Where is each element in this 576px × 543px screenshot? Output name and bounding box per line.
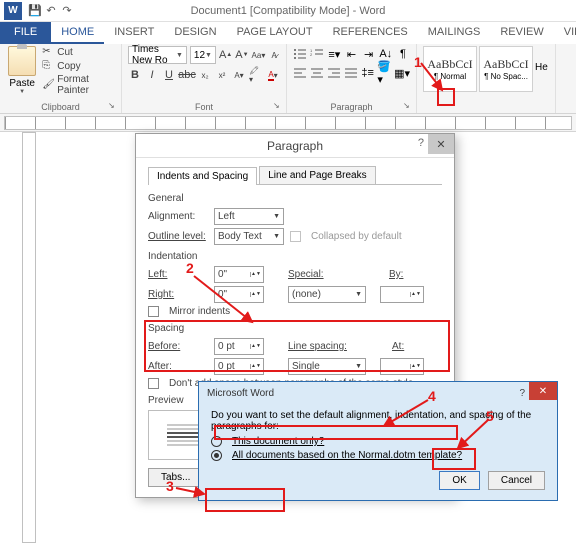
- tab-design[interactable]: DESIGN: [164, 22, 226, 44]
- align-center-icon[interactable]: [310, 65, 324, 81]
- after-input[interactable]: 0 pt▲▼: [214, 358, 264, 375]
- font-launcher-icon[interactable]: ↘: [273, 101, 283, 111]
- indent-right-input[interactable]: 0"▲▼: [214, 286, 264, 303]
- undo-icon[interactable]: ↶: [44, 4, 58, 18]
- clear-format-icon[interactable]: A̷: [268, 47, 280, 63]
- underline-button[interactable]: U: [162, 67, 176, 83]
- font-color-icon[interactable]: A▾: [266, 67, 280, 83]
- close-icon[interactable]: ✕: [529, 382, 557, 400]
- vertical-ruler: [22, 132, 36, 543]
- tab-home[interactable]: HOME: [51, 22, 104, 44]
- shading-icon[interactable]: 🪣▾: [377, 65, 391, 81]
- group-font: Times New Ro▼ 12▼ A▲ A▼ Aa▾ A̷ B I U abc…: [122, 44, 287, 113]
- quick-access-toolbar: 💾 ↶ ↷: [28, 4, 74, 18]
- radio-all-documents[interactable]: All documents based on the Normal.dotm t…: [211, 450, 545, 461]
- line-spacing-combo[interactable]: Single▼: [288, 358, 366, 375]
- collapsed-checkbox: [290, 231, 301, 242]
- paste-button[interactable]: Paste ▼: [6, 46, 38, 96]
- word-icon: W: [4, 2, 22, 20]
- format-painter-button[interactable]: 🖌Format Painter: [42, 74, 115, 96]
- ribbon: Paste ▼ ✂Cut ⎘Copy 🖌Format Painter Clipb…: [0, 44, 576, 114]
- paragraph-launcher-icon[interactable]: ↘: [403, 101, 413, 111]
- tab-page-layout[interactable]: PAGE LAYOUT: [227, 22, 323, 44]
- cut-button[interactable]: ✂Cut: [42, 46, 115, 58]
- tab-insert[interactable]: INSERT: [104, 22, 164, 44]
- confirm-title: Microsoft Word ? ✕: [199, 382, 557, 404]
- window-title: Document1 [Compatibility Mode] - Word: [191, 5, 386, 17]
- alignment-combo[interactable]: Left▼: [214, 208, 284, 225]
- help-icon[interactable]: ?: [519, 388, 525, 399]
- justify-icon[interactable]: [344, 65, 358, 81]
- group-paragraph: 12 ≡▾ ⇤ ⇥ A↓ ¶ ‡≡ 🪣▾ ▦▾ Paragraph ↘: [287, 44, 417, 113]
- dont-add-space-checkbox[interactable]: [148, 378, 159, 389]
- borders-icon[interactable]: ▦▾: [394, 65, 410, 81]
- show-marks-icon[interactable]: ¶: [396, 46, 410, 62]
- align-left-icon[interactable]: [293, 65, 307, 81]
- special-combo[interactable]: (none)▼: [288, 286, 366, 303]
- help-icon[interactable]: ?: [418, 137, 424, 149]
- indent-left-input[interactable]: 0"▲▼: [214, 266, 264, 283]
- radio-this-document[interactable]: This document only?: [211, 436, 545, 447]
- italic-button[interactable]: I: [145, 67, 159, 83]
- decrease-indent-icon[interactable]: ⇤: [344, 46, 358, 62]
- style-no-spacing[interactable]: AaBbCcI¶ No Spac...: [479, 46, 533, 92]
- tab-mailings[interactable]: MAILINGS: [418, 22, 491, 44]
- tabs-button[interactable]: Tabs...: [148, 468, 203, 487]
- style-normal[interactable]: AaBbCcI¶ Normal: [423, 46, 477, 92]
- tab-file[interactable]: FILE: [0, 22, 51, 44]
- line-spacing-icon[interactable]: ‡≡: [361, 65, 374, 81]
- highlight-icon[interactable]: 🖍▾: [249, 67, 263, 83]
- tab-indents-spacing[interactable]: Indents and Spacing: [148, 167, 257, 185]
- paste-icon: [8, 46, 36, 76]
- align-right-icon[interactable]: [327, 65, 341, 81]
- confirm-dialog: Microsoft Word ? ✕ Do you want to set th…: [198, 381, 558, 501]
- tab-line-page-breaks[interactable]: Line and Page Breaks: [259, 166, 375, 184]
- confirm-ok-button[interactable]: OK: [439, 471, 479, 490]
- tab-references[interactable]: REFERENCES: [323, 22, 418, 44]
- copy-button[interactable]: ⎘Copy: [42, 60, 115, 72]
- outline-combo[interactable]: Body Text▼: [214, 228, 284, 245]
- subscript-button[interactable]: x₂: [198, 67, 212, 83]
- redo-icon[interactable]: ↷: [60, 4, 74, 18]
- font-size-combo[interactable]: 12▼: [190, 46, 216, 64]
- text-effects-icon[interactable]: A▾: [232, 67, 246, 83]
- horizontal-ruler: [0, 114, 576, 132]
- strike-button[interactable]: abc: [179, 67, 195, 83]
- clipboard-launcher-icon[interactable]: ↘: [108, 101, 118, 111]
- grow-font-icon[interactable]: A▲: [219, 47, 232, 63]
- at-input[interactable]: ▲▼: [380, 358, 424, 375]
- numbering-icon[interactable]: 12: [310, 46, 324, 62]
- superscript-button[interactable]: x²: [215, 67, 229, 83]
- confirm-cancel-button[interactable]: Cancel: [488, 471, 545, 490]
- svg-text:2: 2: [310, 52, 313, 57]
- close-icon[interactable]: ✕: [428, 134, 454, 154]
- shrink-font-icon[interactable]: A▼: [235, 47, 248, 63]
- bold-button[interactable]: B: [128, 67, 142, 83]
- bullets-icon[interactable]: [293, 46, 307, 62]
- title-bar: W 💾 ↶ ↷ Document1 [Compatibility Mode] -…: [0, 0, 576, 22]
- group-styles: AaBbCcI¶ Normal AaBbCcI¶ No Spac... He: [417, 44, 556, 113]
- group-clipboard: Paste ▼ ✂Cut ⎘Copy 🖌Format Painter Clipb…: [0, 44, 122, 113]
- paragraph-dialog-title: Paragraph ? ✕: [136, 134, 454, 158]
- before-input[interactable]: 0 pt▲▼: [214, 338, 264, 355]
- tab-view[interactable]: VIEW: [554, 22, 576, 44]
- by-input[interactable]: ▲▼: [380, 286, 424, 303]
- multilevel-icon[interactable]: ≡▾: [327, 46, 341, 62]
- mirror-checkbox[interactable]: [148, 306, 159, 317]
- ribbon-tabs: FILE HOME INSERT DESIGN PAGE LAYOUT REFE…: [0, 22, 576, 44]
- change-case-icon[interactable]: Aa▾: [252, 47, 266, 63]
- increase-indent-icon[interactable]: ⇥: [362, 46, 376, 62]
- tab-review[interactable]: REVIEW: [490, 22, 553, 44]
- font-name-combo[interactable]: Times New Ro▼: [128, 46, 187, 64]
- save-icon[interactable]: 💾: [28, 4, 42, 18]
